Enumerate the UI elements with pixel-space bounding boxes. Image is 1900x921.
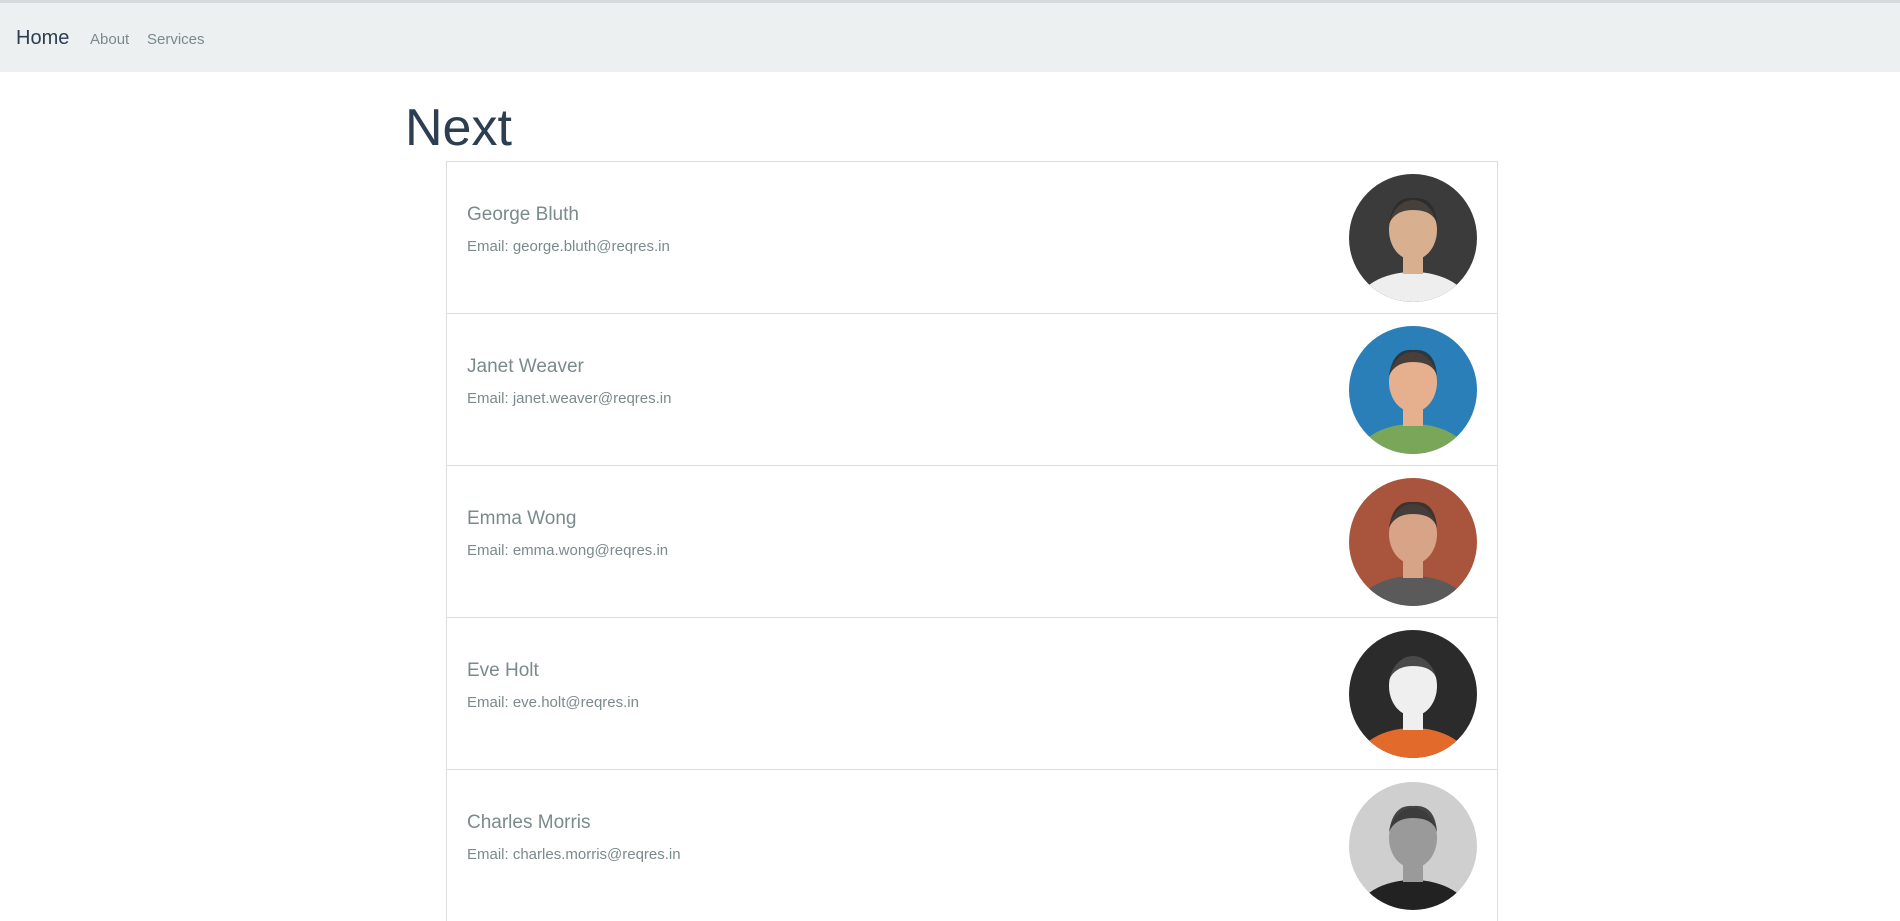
avatar bbox=[1349, 326, 1477, 454]
user-email: Email: emma.wong@reqres.in bbox=[467, 542, 669, 559]
list-item[interactable]: Janet Weaver Email: janet.weaver@reqres.… bbox=[446, 313, 1498, 467]
user-avatar-photo bbox=[1349, 174, 1477, 302]
user-avatar-photo bbox=[1349, 326, 1477, 454]
avatar bbox=[1349, 782, 1477, 910]
user-name: Janet Weaver bbox=[467, 356, 584, 377]
nav-services-link[interactable]: Services bbox=[147, 31, 205, 48]
user-avatar-photo bbox=[1349, 630, 1477, 758]
avatar bbox=[1349, 174, 1477, 302]
user-email: Email: janet.weaver@reqres.in bbox=[467, 390, 672, 407]
top-navbar: Home About Services bbox=[0, 3, 1900, 72]
nav-home-link[interactable]: Home bbox=[16, 27, 69, 50]
user-name: Emma Wong bbox=[467, 508, 577, 529]
avatar bbox=[1349, 630, 1477, 758]
user-email: Email: george.bluth@reqres.in bbox=[467, 238, 670, 255]
list-item[interactable]: Emma Wong Email: emma.wong@reqres.in bbox=[446, 465, 1498, 619]
user-name: Charles Morris bbox=[467, 812, 591, 833]
user-list: George Bluth Email: george.bluth@reqres.… bbox=[446, 161, 1498, 921]
list-item[interactable]: George Bluth Email: george.bluth@reqres.… bbox=[446, 161, 1498, 315]
user-avatar-photo bbox=[1349, 478, 1477, 606]
user-email: Email: charles.morris@reqres.in bbox=[467, 846, 681, 863]
user-email: Email: eve.holt@reqres.in bbox=[467, 694, 639, 711]
nav-about-link[interactable]: About bbox=[90, 31, 129, 48]
user-name: Eve Holt bbox=[467, 660, 539, 681]
list-item[interactable]: Eve Holt Email: eve.holt@reqres.in bbox=[446, 617, 1498, 771]
list-item[interactable]: Charles Morris Email: charles.morris@req… bbox=[446, 769, 1498, 921]
avatar bbox=[1349, 478, 1477, 606]
user-avatar-photo bbox=[1349, 782, 1477, 910]
page-title: Next bbox=[405, 99, 512, 157]
user-name: George Bluth bbox=[467, 204, 579, 225]
